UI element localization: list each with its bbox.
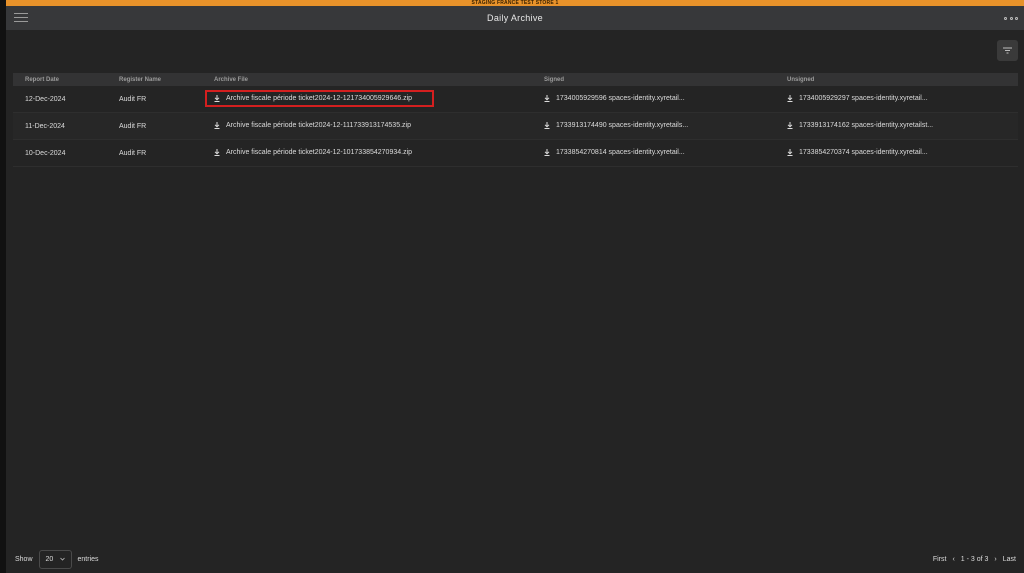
signed-file-download-link[interactable]: 1733913174490 spaces-identity.xyretails.…: [544, 121, 689, 129]
page-size-select[interactable]: 20: [38, 549, 72, 569]
chevron-right-icon[interactable]: ›: [994, 556, 996, 563]
download-icon: [214, 121, 220, 129]
download-icon: [544, 148, 550, 156]
archive-file-download-link[interactable]: Archive fiscale période ticket2024-12-12…: [204, 89, 435, 107]
table-row: 11-Dec-2024 Audit FR Archive fiscale pér…: [13, 113, 1018, 140]
archive-table: Report Date Register Name Archive File S…: [13, 73, 1018, 167]
download-icon: [787, 148, 793, 156]
unsigned-file-name: 1733854270374 spaces-identity.xyretail..…: [799, 148, 928, 156]
filter-icon: [1003, 47, 1012, 54]
page-size-value: 20: [45, 555, 54, 563]
signed-file-name: 1734005929596 spaces-identity.xyretail..…: [556, 94, 685, 102]
download-icon: [214, 148, 220, 156]
filter-button[interactable]: [997, 40, 1018, 61]
table-row: 10-Dec-2024 Audit FR Archive fiscale pér…: [13, 140, 1018, 167]
download-icon: [544, 94, 550, 102]
archive-file-name: Archive fiscale période ticket2024-12-11…: [226, 121, 411, 129]
chevron-down-icon: [59, 557, 65, 561]
unsigned-file-download-link[interactable]: 1733854270374 spaces-identity.xyretail..…: [787, 148, 928, 156]
column-header-archive-file[interactable]: Archive File: [202, 77, 532, 83]
download-icon: [214, 94, 220, 102]
download-icon: [787, 94, 793, 102]
unsigned-file-download-link[interactable]: 1733913174162 spaces-identity.xyretailst…: [787, 121, 934, 129]
signed-file-name: 1733913174490 spaces-identity.xyretails.…: [556, 121, 689, 129]
main-content: Report Date Register Name Archive File S…: [6, 30, 1024, 573]
archive-file-download-link[interactable]: Archive fiscale période ticket2024-12-11…: [214, 121, 411, 129]
register-name-cell: Audit FR: [119, 122, 147, 130]
unsigned-file-download-link[interactable]: 1734005929297 spaces-identity.xyretail..…: [787, 94, 928, 102]
show-label: Show: [15, 555, 33, 563]
chevron-left-icon[interactable]: ‹: [952, 556, 954, 563]
column-header-unsigned[interactable]: Unsigned: [775, 77, 1018, 83]
register-name-cell: Audit FR: [119, 149, 147, 157]
page-title: Daily Archive: [487, 13, 543, 23]
column-header-register-name[interactable]: Register Name: [107, 77, 202, 83]
signed-file-download-link[interactable]: 1733854270814 spaces-identity.xyretail..…: [544, 148, 685, 156]
table-row: 12-Dec-2024 Audit FR Archive fiscale pér…: [13, 86, 1018, 113]
signed-file-download-link[interactable]: 1734005929596 spaces-identity.xyretail..…: [544, 94, 685, 102]
archive-file-name: Archive fiscale période ticket2024-12-12…: [226, 94, 413, 102]
signed-file-name: 1733854270814 spaces-identity.xyretail..…: [556, 148, 685, 156]
archive-file-download-link[interactable]: Archive fiscale période ticket2024-12-10…: [214, 148, 413, 156]
column-header-signed[interactable]: Signed: [532, 77, 775, 83]
report-date-cell: 10-Dec-2024: [25, 149, 66, 157]
unsigned-file-name: 1733913174162 spaces-identity.xyretailst…: [799, 121, 934, 129]
table-footer: Show 20 entries First ‹ 1 - 3 of 3 › Las…: [6, 545, 1024, 573]
more-dots-icon[interactable]: [1004, 11, 1018, 25]
page-range: 1 - 3 of 3: [960, 555, 989, 563]
first-page-button[interactable]: First: [933, 556, 947, 563]
download-icon: [544, 121, 550, 129]
report-date-cell: 11-Dec-2024: [25, 122, 65, 130]
table-header: Report Date Register Name Archive File S…: [13, 73, 1018, 86]
unsigned-file-name: 1734005929297 spaces-identity.xyretail..…: [799, 94, 928, 102]
column-header-report-date[interactable]: Report Date: [13, 77, 107, 83]
hamburger-icon[interactable]: [14, 10, 28, 24]
register-name-cell: Audit FR: [119, 95, 147, 103]
top-bar: Daily Archive: [6, 6, 1024, 30]
download-icon: [787, 121, 793, 129]
pagination: First ‹ 1 - 3 of 3 › Last: [927, 556, 1016, 563]
report-date-cell: 12-Dec-2024: [25, 95, 66, 103]
last-page-button[interactable]: Last: [1003, 556, 1016, 563]
entries-label: entries: [77, 555, 99, 563]
archive-file-name: Archive fiscale période ticket2024-12-10…: [226, 148, 413, 156]
